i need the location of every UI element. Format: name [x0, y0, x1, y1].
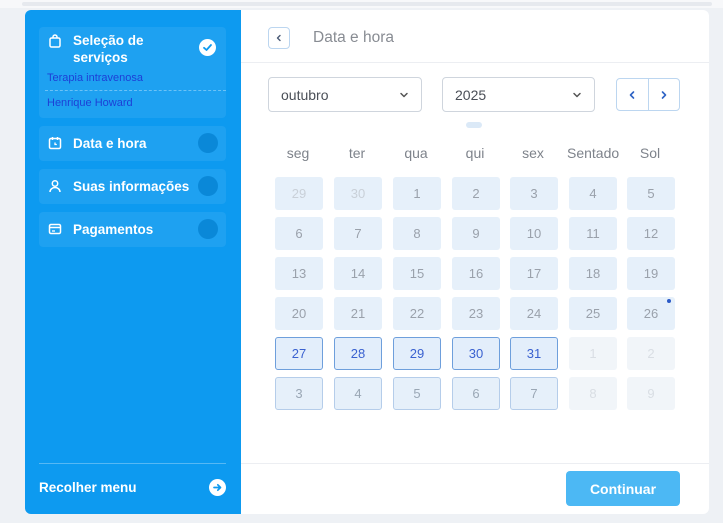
page-title: Data e hora	[313, 29, 394, 46]
top-strip	[0, 0, 723, 8]
calendar-day: 15	[393, 257, 441, 290]
calendar-day: 6	[275, 217, 323, 250]
scroll-indicator	[466, 122, 482, 128]
next-month-button[interactable]	[647, 79, 680, 110]
calendar-day-available[interactable]: 29	[393, 337, 441, 370]
calendar-day: 3	[510, 177, 558, 210]
calendar-day: 21	[334, 297, 382, 330]
calendar-day: 24	[510, 297, 558, 330]
selected-service: Terapia intravenosa	[47, 72, 144, 84]
weekday-label: seg	[286, 145, 310, 161]
chevron-left-icon	[627, 90, 637, 100]
month-select-value: outubro	[281, 86, 329, 103]
weekday-label: qui	[465, 145, 485, 161]
calendar-day: 10	[510, 217, 558, 250]
calendar-day: 8	[393, 217, 441, 250]
calendar-day: 11	[569, 217, 617, 250]
calendar-day: 22	[393, 297, 441, 330]
calendar-day: 18	[569, 257, 617, 290]
chevron-right-icon	[659, 90, 669, 100]
sidebar-step-label: Seleção de serviços	[73, 33, 144, 65]
today-dot	[667, 299, 671, 303]
calendar-day[interactable]: 3	[275, 377, 323, 410]
calendar-clock-icon	[47, 135, 63, 151]
calendar-day: 29	[275, 177, 323, 210]
calendar-day-available[interactable]: 31	[510, 337, 558, 370]
weekday-label: Sentado	[567, 145, 620, 161]
sidebar-step-service-selection[interactable]: Seleção de serviços Terapia intravenosa …	[39, 27, 226, 118]
calendar-day: 2	[627, 337, 675, 370]
divider	[39, 463, 226, 464]
card-icon	[47, 221, 63, 237]
sidebar: Seleção de serviços Terapia intravenosa …	[25, 10, 241, 514]
main-panel: Data e hora outubro 2025 seg ter qua qui sex…	[241, 10, 709, 514]
weekday-label: sex	[522, 145, 544, 161]
chevron-left-icon	[275, 34, 283, 42]
calendar-day-available[interactable]: 27	[275, 337, 323, 370]
user-icon	[47, 178, 63, 194]
step-status-circle	[198, 133, 218, 153]
calendar-day: 12	[627, 217, 675, 250]
continue-button[interactable]: Continuar	[566, 471, 680, 506]
calendar-day: 25	[569, 297, 617, 330]
sidebar-step-label: Pagamentos	[73, 222, 154, 237]
calendar-day[interactable]: 7	[510, 377, 558, 410]
calendar-day[interactable]: 5	[393, 377, 441, 410]
calendar-day: 20	[275, 297, 323, 330]
collapse-menu-label: Recolher menu	[39, 480, 137, 495]
calendar-day: 14	[334, 257, 382, 290]
bag-icon	[47, 33, 63, 49]
sidebar-step-your-info[interactable]: Suas informações	[39, 169, 226, 204]
prev-month-button[interactable]	[617, 79, 648, 110]
year-select-value: 2025	[455, 86, 487, 103]
calendar-day[interactable]: 6	[452, 377, 500, 410]
top-strip-bar	[22, 2, 712, 6]
calendar-day: 23	[452, 297, 500, 330]
calendar-day: 4	[569, 177, 617, 210]
calendar-day: 2	[452, 177, 500, 210]
weekday-label: ter	[348, 145, 366, 161]
calendar-day: 1	[569, 337, 617, 370]
sidebar-step-label: Suas informações	[73, 179, 190, 194]
calendar-day: 8	[569, 377, 617, 410]
back-button[interactable]	[268, 27, 290, 49]
calendar-day: 19	[627, 257, 675, 290]
calendar-day-available[interactable]: 28	[334, 337, 382, 370]
calendar-day: 17	[510, 257, 558, 290]
chevron-down-icon	[572, 90, 582, 100]
month-select[interactable]: outubro	[268, 77, 422, 112]
calendar-day: 30	[334, 177, 382, 210]
sidebar-step-date-time[interactable]: Data e hora	[39, 126, 226, 161]
chevron-down-icon	[399, 90, 409, 100]
calendar-day: 9	[452, 217, 500, 250]
calendar-day: 9	[627, 377, 675, 410]
calendar-day: 7	[334, 217, 382, 250]
weekday-label: Sol	[639, 145, 661, 161]
calendar-day-available[interactable]: 30	[452, 337, 500, 370]
year-select[interactable]: 2025	[442, 77, 595, 112]
step-status-circle	[198, 219, 218, 239]
calendar-day: 13	[275, 257, 323, 290]
weekday-label: qua	[404, 145, 428, 161]
collapse-menu-button[interactable]: Recolher menu	[39, 479, 226, 496]
sidebar-step-label: Data e hora	[73, 136, 147, 151]
calendar-day: 1	[393, 177, 441, 210]
step-status-circle	[198, 176, 218, 196]
divider	[241, 463, 709, 464]
calendar-day[interactable]: 4	[334, 377, 382, 410]
calendar-day: 5	[627, 177, 675, 210]
month-navigation	[616, 78, 680, 111]
check-icon	[199, 39, 216, 56]
arrow-right-icon	[209, 479, 226, 496]
sidebar-step-payments[interactable]: Pagamentos	[39, 212, 226, 247]
divider	[241, 62, 709, 63]
calendar-day: 16	[452, 257, 500, 290]
selected-provider: Henrique Howard	[47, 97, 133, 109]
